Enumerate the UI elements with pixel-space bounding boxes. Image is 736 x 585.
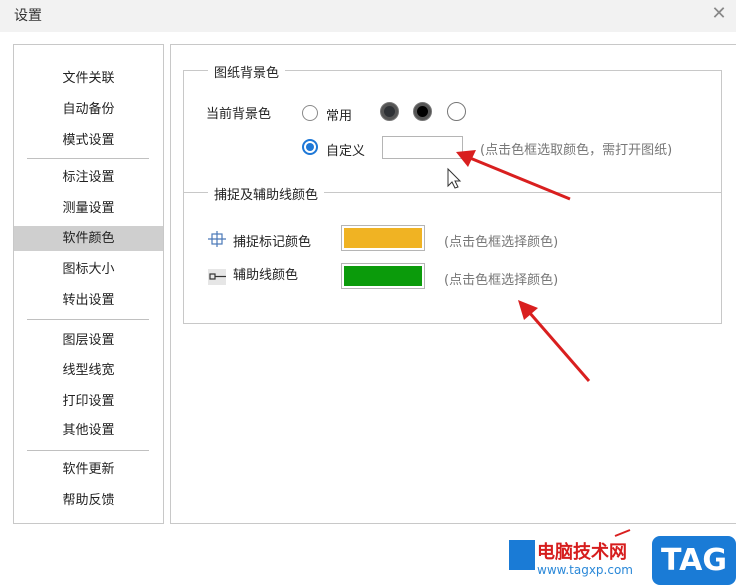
common-radio[interactable] xyxy=(302,105,318,121)
sidebar-item-print-settings[interactable]: 打印设置 xyxy=(14,389,163,414)
preset-color-dark-gray-fill xyxy=(384,106,395,117)
custom-color-hint: (点击色框选取颜色，需打开图纸) xyxy=(480,143,673,158)
sidebar-divider xyxy=(27,319,149,320)
sidebar-item-help-feedback[interactable]: 帮助反馈 xyxy=(14,488,163,513)
window-title: 设置 xyxy=(14,8,42,24)
close-icon[interactable]: ✕ xyxy=(708,3,730,25)
sidebar-item-file-association[interactable]: 文件关联 xyxy=(14,66,163,91)
title-bar: 设置 ✕ xyxy=(0,0,736,32)
guide-line-icon xyxy=(208,269,226,285)
sidebar-item-auto-backup[interactable]: 自动备份 xyxy=(14,97,163,122)
sidebar-item-software-update[interactable]: 软件更新 xyxy=(14,457,163,482)
custom-radio[interactable] xyxy=(302,139,318,155)
snap-marker-icon xyxy=(208,231,226,247)
sidebar-item-other-settings[interactable]: 其他设置 xyxy=(14,418,163,443)
sidebar-item-software-color[interactable]: 软件颜色 xyxy=(14,226,163,251)
preset-color-dark-gray[interactable] xyxy=(380,102,399,121)
watermark-site-name: 电脑技术网 xyxy=(537,542,627,563)
sidebar-item-measure-settings[interactable]: 测量设置 xyxy=(14,196,163,221)
watermark-tag-badge: TAG xyxy=(652,536,736,585)
settings-content-panel: 图纸背景色 当前背景色 常用 自定义 (点击色框选取颜色，需打开图纸) 捕捉及辅… xyxy=(170,44,736,524)
site-watermark: 电脑技术网 www.tagxp.com TAG xyxy=(505,536,736,585)
custom-background-color-box[interactable] xyxy=(382,136,463,159)
sidebar-item-mode-settings[interactable]: 模式设置 xyxy=(14,128,163,153)
preset-color-black-fill xyxy=(417,106,428,117)
watermark-url: www.tagxp.com xyxy=(537,563,633,577)
sidebar-item-export-settings[interactable]: 转出设置 xyxy=(14,288,163,313)
sidebar-item-icon-size[interactable]: 图标大小 xyxy=(14,257,163,282)
sidebar-divider xyxy=(27,158,149,159)
preset-color-black[interactable] xyxy=(413,102,432,121)
common-option-label[interactable]: 常用 xyxy=(326,105,352,124)
settings-sidebar: 文件关联 自动备份 模式设置 标注设置 测量设置 软件颜色 图标大小 转出设置 … xyxy=(13,44,164,524)
snap-mark-color-label: 捕捉标记颜色 xyxy=(233,235,312,250)
sidebar-item-annotation-settings[interactable]: 标注设置 xyxy=(14,165,163,190)
sidebar-item-layer-settings[interactable]: 图层设置 xyxy=(14,328,163,353)
preset-color-white[interactable] xyxy=(447,102,466,121)
snap-mark-hint: (点击色框选择颜色) xyxy=(444,235,559,250)
custom-option-label[interactable]: 自定义 xyxy=(326,140,365,159)
snap-guide-legend: 捕捉及辅助线颜色 xyxy=(208,184,325,203)
snap-mark-color-box[interactable] xyxy=(341,225,425,251)
watermark-logo-icon xyxy=(509,540,535,570)
sidebar-item-line-type-width[interactable]: 线型线宽 xyxy=(14,358,163,383)
guide-line-color-box[interactable] xyxy=(341,263,425,289)
sidebar-divider xyxy=(27,450,149,451)
guide-line-color-label: 辅助线颜色 xyxy=(233,268,299,283)
guide-line-color-fill xyxy=(344,266,422,286)
current-background-label: 当前背景色 xyxy=(206,107,272,122)
background-color-legend: 图纸背景色 xyxy=(208,62,286,81)
snap-mark-color-fill xyxy=(344,228,422,248)
guide-line-hint: (点击色框选择颜色) xyxy=(444,273,559,288)
